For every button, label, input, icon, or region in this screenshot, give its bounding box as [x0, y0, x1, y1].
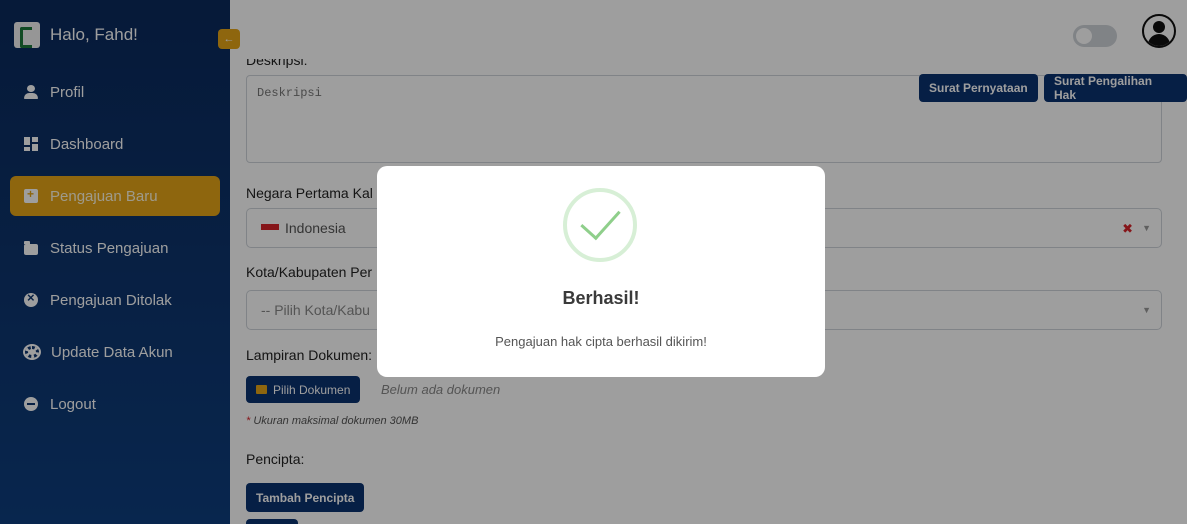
check-icon	[563, 188, 637, 262]
success-modal: Berhasil! Pengajuan hak cipta berhasil d…	[377, 166, 825, 377]
modal-title: Berhasil!	[562, 288, 640, 308]
modal-message: Pengajuan hak cipta berhasil dikirim!	[495, 334, 707, 349]
